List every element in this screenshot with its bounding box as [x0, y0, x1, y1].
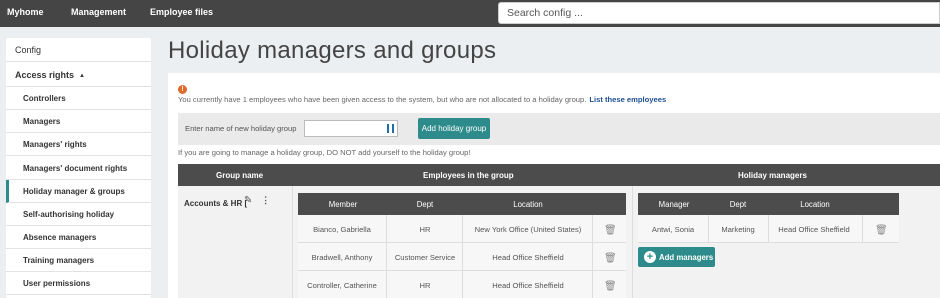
sidebar-item-controllers[interactable]: Controllers: [6, 87, 151, 110]
new-group-label: Enter name of new holiday group: [185, 124, 297, 133]
sidebar-item-holiday-manager-groups[interactable]: Holiday manager & groups: [6, 180, 151, 203]
sidebar-item-user-permissions[interactable]: User permissions: [6, 272, 151, 295]
cell-divider: [462, 215, 463, 243]
sidebar-access-rights[interactable]: Access rights ▲: [6, 62, 151, 87]
sidebar-item-label: User permissions: [23, 279, 91, 288]
delete-icon[interactable]: 🗑: [604, 281, 617, 292]
sidebar-item-label: Managers: [23, 117, 61, 126]
group-name: Accounts & HR [: [184, 199, 248, 208]
nav-employee-files[interactable]: Employee files: [150, 0, 213, 27]
manager-dept: Marketing: [721, 225, 755, 234]
cell-divider: [708, 215, 709, 243]
edit-icon[interactable]: ✎: [244, 195, 252, 206]
caret-up-icon: ▲: [79, 73, 85, 79]
column-divider: [632, 186, 633, 298]
sidebar-item-managers[interactable]: Managers: [6, 110, 151, 133]
delete-icon[interactable]: 🗑: [875, 225, 888, 236]
sidebar-item-self-authorising-holiday[interactable]: Self-authorising holiday: [6, 203, 151, 226]
member-name: Bradwell, Anthony: [311, 253, 373, 262]
sidebar-item-label: Holiday manager & groups: [23, 187, 125, 196]
header-dept: Dept: [416, 200, 434, 209]
add-managers-button[interactable]: + Add managers: [638, 247, 715, 267]
nav-management[interactable]: Management: [71, 0, 126, 27]
table-row: Bianco, Gabriella HR New York Office (Un…: [298, 215, 626, 243]
unallocated-employees-notice: You currently have 1 employees who have …: [178, 95, 666, 104]
page-title: Holiday managers and groups: [168, 37, 497, 64]
table-row: Controller, Catherine HR Head Office She…: [298, 271, 626, 298]
member-dept: HR: [419, 225, 431, 234]
more-vertical-icon[interactable]: ⋮: [261, 195, 270, 205]
managers-table: Manager Dept Location Antwi, Sonia Marke…: [638, 193, 899, 243]
column-divider: [292, 186, 293, 298]
member-name: Controller, Catherine: [307, 281, 377, 290]
info-icon: !: [178, 85, 187, 94]
header-location: Location: [513, 200, 543, 209]
cell-divider: [462, 271, 463, 298]
employees-table: Member Dept Location Bianco, Gabriella H…: [298, 193, 626, 298]
search-config-input[interactable]: [498, 2, 940, 24]
sidebar-item-label: Self-authorising holiday: [23, 210, 115, 219]
sidebar-item-label: Absence managers: [23, 233, 97, 242]
add-group-panel: Enter name of new holiday group Add holi…: [178, 113, 940, 145]
manager-location: Head Office Sheffield: [778, 225, 850, 234]
header-manager: Manager: [658, 200, 690, 209]
top-navigation-bar: Myhome Management Employee files: [0, 0, 940, 27]
delete-icon[interactable]: 🗑: [604, 225, 617, 236]
sidebar-item-label: Managers' document rights: [23, 164, 128, 173]
groups-table-header: Group name Employees in the group Holida…: [178, 164, 940, 186]
add-holiday-group-button[interactable]: Add holiday group: [418, 118, 490, 139]
sidebar-access-rights-label: Access rights ▲: [15, 70, 85, 80]
member-name: Bianco, Gabriella: [313, 225, 371, 234]
keyboard-icon[interactable]: [387, 124, 394, 133]
member-location: Head Office Sheffield: [492, 253, 564, 262]
group-actions: ✎ ⋮: [244, 195, 270, 206]
sidebar-item-managers-rights[interactable]: Managers' rights: [6, 133, 151, 156]
cell-divider: [592, 243, 593, 271]
managers-table-header: Manager Dept Location: [638, 193, 899, 215]
access-rights-text: Access rights: [15, 70, 75, 80]
sidebar-item-label: Managers' rights: [23, 140, 87, 149]
member-location: New York Office (United States): [474, 225, 582, 234]
self-add-warning: If you are going to manage a holiday gro…: [178, 148, 471, 157]
main-card: ! You currently have 1 employees who hav…: [168, 73, 940, 298]
sidebar-item-absence-managers[interactable]: Absence managers: [6, 226, 151, 249]
header-employees-in-group: Employees in the group: [423, 171, 514, 180]
manager-name: Antwi, Sonia: [651, 225, 695, 234]
sidebar-item-label: Training managers: [23, 256, 95, 265]
header-member: Member: [328, 200, 358, 209]
employees-table-header: Member Dept Location: [298, 193, 626, 215]
member-location: Head Office Sheffield: [492, 281, 564, 290]
table-row: Bradwell, Anthony Customer Service Head …: [298, 243, 626, 271]
header-location: Location: [800, 200, 830, 209]
table-row: Antwi, Sonia Marketing Head Office Sheff…: [638, 215, 899, 243]
cell-divider: [386, 271, 387, 298]
cell-divider: [462, 243, 463, 271]
sidebar-item-training-managers[interactable]: Training managers: [6, 249, 151, 272]
header-group-name: Group name: [216, 171, 264, 180]
header-holiday-managers: Holiday managers: [738, 171, 807, 180]
cell-divider: [592, 215, 593, 243]
group-row: Accounts & HR [ ✎ ⋮ Member Dept Location…: [178, 186, 940, 298]
add-managers-label: Add managers: [659, 253, 714, 262]
cell-divider: [768, 215, 769, 243]
member-dept: HR: [419, 281, 431, 290]
sidebar-config-label: Config: [15, 45, 42, 55]
header-dept: Dept: [729, 200, 747, 209]
member-dept: Customer Service: [394, 253, 456, 262]
cell-divider: [386, 243, 387, 271]
delete-icon[interactable]: 🗑: [604, 253, 617, 264]
nav-myhome[interactable]: Myhome: [7, 0, 44, 27]
add-icon: +: [644, 251, 656, 263]
cell-divider: [592, 271, 593, 298]
sidebar-item-managers-document-rights[interactable]: Managers' document rights: [6, 156, 151, 180]
sidebar-item-label: Controllers: [23, 94, 66, 103]
cell-divider: [386, 215, 387, 243]
cell-divider: [862, 215, 863, 243]
new-group-name-input[interactable]: [304, 120, 398, 137]
sidebar: Config Access rights ▲ Controllers Manage…: [6, 38, 151, 298]
notice-text: You currently have 1 employees who have …: [178, 95, 587, 104]
list-employees-link[interactable]: List these employees: [589, 95, 666, 104]
sidebar-config[interactable]: Config: [6, 38, 151, 62]
